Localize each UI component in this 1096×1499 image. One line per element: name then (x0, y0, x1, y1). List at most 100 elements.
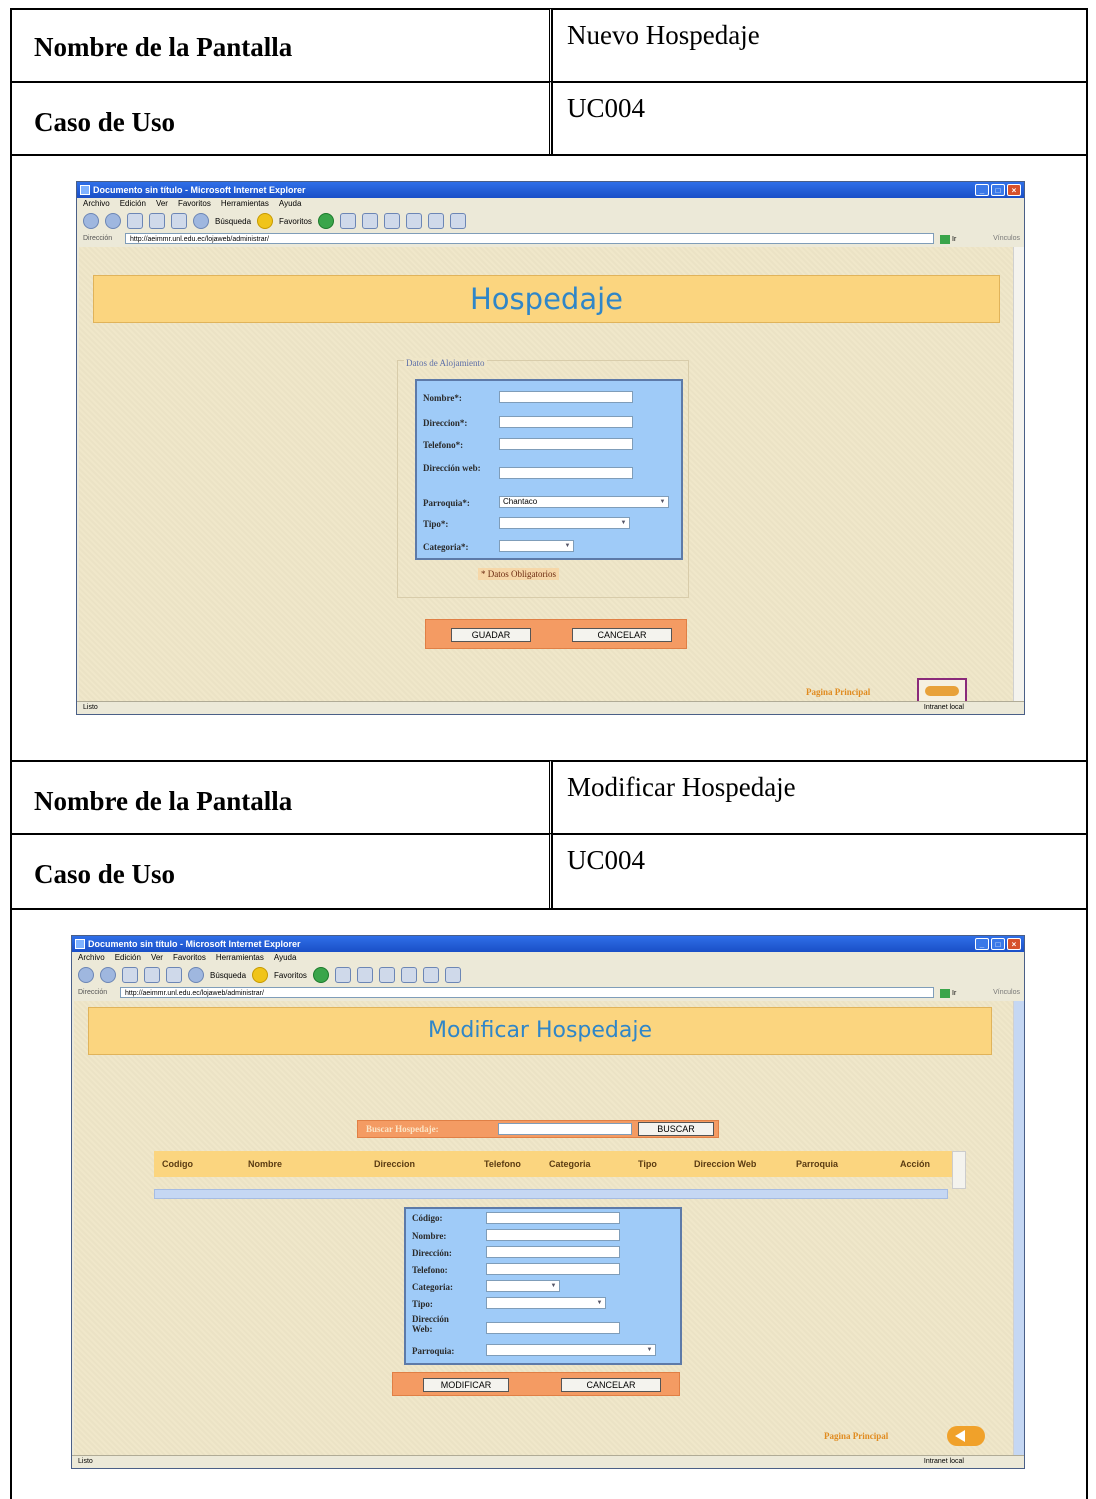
home-link[interactable]: Pagina Principal (806, 687, 870, 697)
mail-icon[interactable] (339, 213, 356, 229)
direccion-input[interactable] (486, 1246, 620, 1258)
vertical-scrollbar[interactable] (1013, 247, 1024, 702)
home-arrow-button[interactable] (947, 1426, 985, 1446)
menu-ver[interactable]: Ver (156, 198, 168, 210)
menu-archivo[interactable]: Archivo (78, 952, 105, 964)
direccion-input[interactable] (499, 416, 633, 428)
close-button[interactable]: × (1007, 184, 1021, 196)
parroquia-select[interactable]: Chantaco ▼ (499, 496, 669, 508)
links-label[interactable]: Vínculos (993, 986, 1020, 1000)
forward-icon[interactable] (100, 967, 116, 983)
search-icon[interactable] (193, 213, 209, 229)
save-button[interactable]: GUADAR (451, 628, 531, 642)
usecase-label-cell: Caso de Uso (10, 833, 553, 910)
screen-name-label: Nombre de la Pantalla (34, 786, 293, 816)
forward-icon[interactable] (105, 213, 121, 229)
menu-favoritos[interactable]: Favoritos (178, 198, 211, 210)
mail-icon[interactable] (334, 967, 351, 983)
status-text: Listo (83, 704, 98, 711)
direccion-web-input[interactable] (499, 467, 633, 479)
messenger-icon[interactable] (449, 213, 466, 229)
menu-ayuda[interactable]: Ayuda (274, 952, 297, 964)
search-label[interactable]: Búsqueda (215, 217, 251, 226)
categoria-select[interactable]: ▼ (499, 540, 574, 552)
telefono-input[interactable] (499, 438, 633, 450)
menu-ayuda[interactable]: Ayuda (279, 198, 302, 210)
cancel-button[interactable]: CANCELAR (561, 1378, 661, 1392)
tipo-select[interactable]: ▼ (486, 1297, 606, 1309)
toolbar: Búsqueda Favoritos (72, 964, 1024, 986)
maximize-button[interactable]: □ (991, 184, 1005, 196)
edit-icon[interactable] (383, 213, 400, 229)
menu-favoritos[interactable]: Favoritos (173, 952, 206, 964)
parroquia-select[interactable]: ▼ (486, 1344, 656, 1356)
address-input[interactable]: http://aeimmr.unl.edu.ec/lojaweb/adminis… (125, 233, 934, 244)
history-icon[interactable] (312, 967, 329, 983)
cancel-button[interactable]: CANCELAR (572, 628, 672, 642)
favorites-label[interactable]: Favoritos (279, 217, 312, 226)
menu-herramientas[interactable]: Herramientas (221, 198, 269, 210)
maximize-button[interactable]: □ (991, 938, 1005, 950)
print-icon[interactable] (356, 967, 373, 983)
nombre-input[interactable] (499, 391, 633, 403)
screen-name-value: Nuevo Hospedaje (567, 20, 760, 50)
nombre-input[interactable] (486, 1229, 620, 1241)
refresh-icon[interactable] (149, 213, 165, 229)
address-input[interactable]: http://aeimmr.unl.edu.ec/lojaweb/adminis… (120, 987, 934, 998)
stop-icon[interactable] (122, 967, 138, 983)
history-icon[interactable] (317, 213, 334, 229)
print-icon[interactable] (361, 213, 378, 229)
folder-icon[interactable] (405, 213, 422, 229)
search-label[interactable]: Búsqueda (210, 971, 246, 980)
menu-edicion[interactable]: Edición (115, 952, 141, 964)
search-button[interactable]: BUSCAR (638, 1122, 714, 1136)
categoria-select[interactable]: ▼ (486, 1280, 560, 1292)
go-label: Ir (952, 990, 957, 997)
vertical-scrollbar[interactable] (1013, 1001, 1024, 1456)
codigo-input[interactable] (486, 1212, 620, 1224)
search-icon[interactable] (188, 967, 204, 983)
menu-edicion[interactable]: Edición (120, 198, 146, 210)
links-label[interactable]: Vínculos (993, 232, 1020, 246)
direccion-web-input[interactable] (486, 1322, 620, 1334)
stop-icon[interactable] (127, 213, 143, 229)
usecase-value-cell: UC004 (551, 833, 1088, 910)
close-button[interactable]: × (1007, 938, 1021, 950)
screen-name-value: Modificar Hospedaje (567, 772, 796, 802)
favorites-icon[interactable] (252, 967, 269, 983)
search-hospedaje-input[interactable] (498, 1123, 632, 1135)
refresh-icon[interactable] (144, 967, 160, 983)
page-banner: Hospedaje (93, 275, 1000, 323)
edit-icon[interactable] (378, 967, 395, 983)
go-button[interactable]: Ir (940, 987, 974, 998)
telefono-input[interactable] (486, 1263, 620, 1275)
research-icon[interactable] (422, 967, 439, 983)
folder-icon[interactable] (400, 967, 417, 983)
favorites-icon[interactable] (257, 213, 274, 229)
menu-ver[interactable]: Ver (151, 952, 163, 964)
home-icon[interactable] (171, 213, 187, 229)
favorites-label[interactable]: Favoritos (274, 971, 307, 980)
status-bar: Listo Intranet local (77, 701, 1024, 714)
menu-herramientas[interactable]: Herramientas (216, 952, 264, 964)
modify-button[interactable]: MODIFICAR (423, 1378, 509, 1392)
screen-name-value-cell: Nuevo Hospedaje (551, 8, 1088, 83)
home-icon[interactable] (166, 967, 182, 983)
back-icon[interactable] (78, 967, 94, 983)
minimize-button[interactable]: _ (975, 184, 989, 196)
table-horizontal-scrollbar[interactable] (154, 1189, 948, 1199)
address-bar: Dirección http://aeimmr.unl.edu.ec/lojaw… (77, 232, 1024, 246)
menu-archivo[interactable]: Archivo (83, 198, 110, 210)
back-icon[interactable] (83, 213, 99, 229)
go-button[interactable]: Ir (940, 233, 974, 244)
col-header-categoria: Categoria (549, 1159, 591, 1169)
form-box: Nombre*: Direccion*: Telefono*: Direcció… (415, 379, 683, 560)
tipo-select[interactable]: ▼ (499, 517, 630, 529)
field-label-tipo: Tipo*: (423, 519, 449, 529)
home-link[interactable]: Pagina Principal (824, 1431, 888, 1441)
research-icon[interactable] (427, 213, 444, 229)
results-table-header: Codigo Nombre Direccion Telefono Categor… (154, 1151, 958, 1177)
messenger-icon[interactable] (444, 967, 461, 983)
minimize-button[interactable]: _ (975, 938, 989, 950)
table-vertical-scrollbar[interactable] (952, 1151, 966, 1189)
